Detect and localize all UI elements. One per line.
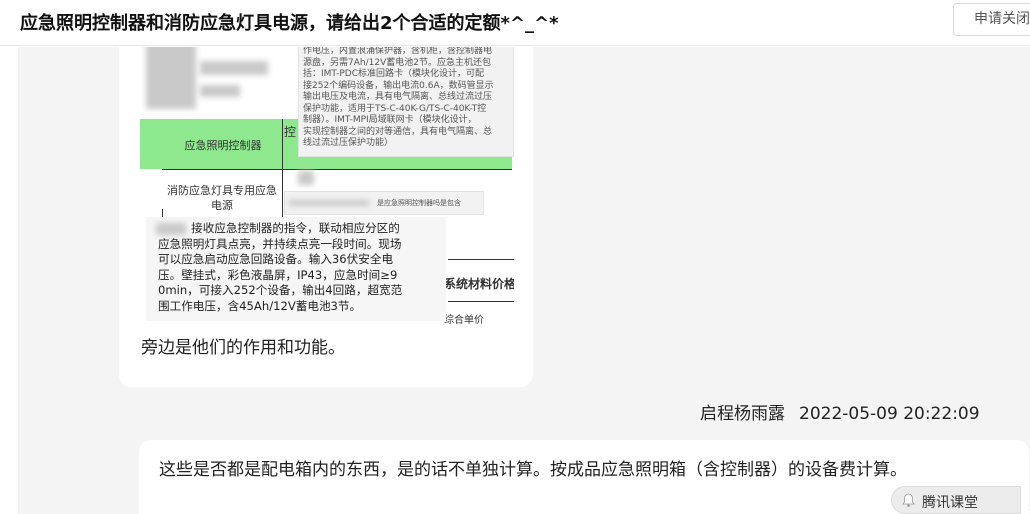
tooltip-popup: 是应急照明控制器吗是包含 [284, 191, 484, 215]
table-cell: 控 [284, 125, 297, 139]
message-text: 这些是否都是配电箱内的东西，是的话不单独计算。按成品应急照明箱（含控制器）的设备… [159, 460, 907, 480]
message-caption: 旁边是他们的作用和功能。 [141, 338, 345, 358]
blurred-region [289, 200, 369, 206]
request-close-button[interactable]: 申请关闭 [953, 3, 1030, 36]
side-label: 系统材料价格 [444, 277, 514, 291]
description-text: 接收应急控制器的指令，联动相应分区的 应急照明灯具点亮，并持续点亮一段时间。现场… [158, 221, 403, 313]
attached-screenshot[interactable]: 应急照明控制器 控 消防应急灯具专用应急电源 探 作电压，内置浪涌保护器，含机柜… [138, 47, 514, 325]
image-message-bubble: 应急照明控制器 控 消防应急灯具专用应急电源 探 作电压，内置浪涌保护器，含机柜… [119, 47, 533, 387]
badge-label: 腾讯课堂 [922, 495, 978, 511]
bell-icon [902, 493, 915, 507]
table-cell: 应急照明控制器 [184, 139, 262, 152]
side-label: 综合单价 [444, 315, 484, 325]
tencent-classroom-badge[interactable]: 腾讯课堂 [891, 486, 1021, 514]
tooltip-text: 作电压，内置浪涌保护器，含机柜，含控制器电 源盘，另需7Ah/12V蓄电池2节。… [303, 47, 494, 148]
chat-area[interactable]: 应急照明控制器 控 消防应急灯具专用应急电源 探 作电压，内置浪涌保护器，含机柜… [18, 47, 1030, 514]
top-bar: 应急照明控制器和消防应急灯具电源，请给出2个合适的定额*^_^* 申请关闭 [0, 0, 1030, 46]
blurred-region [200, 61, 268, 75]
message-timestamp: 2022-05-09 20:22:09 [799, 404, 980, 424]
table-divider [448, 301, 514, 302]
table-divider [162, 169, 512, 170]
tooltip-popup: 作电压，内置浪涌保护器，含机柜，含控制器电 源盘，另需7Ah/12V蓄电池2节。… [298, 47, 514, 157]
page-title: 应急照明控制器和消防应急灯具电源，请给出2个合适的定额*^_^* [20, 13, 559, 34]
description-card: 接收应急控制器的指令，联动相应分区的 应急照明灯具点亮，并持续点亮一段时间。现场… [146, 217, 446, 321]
blurred-region [146, 47, 196, 109]
sender-name: 启程杨雨露 [700, 404, 785, 424]
table-divider [448, 259, 514, 260]
blurred-region [200, 85, 240, 97]
blurred-region [298, 171, 314, 185]
sender-meta: 启程杨雨露 2022-05-09 20:22:09 [700, 399, 980, 424]
tooltip-text: 是应急照明控制器吗是包含 [377, 199, 461, 207]
table-cell: 消防应急灯具专用应急电源 [167, 184, 277, 212]
